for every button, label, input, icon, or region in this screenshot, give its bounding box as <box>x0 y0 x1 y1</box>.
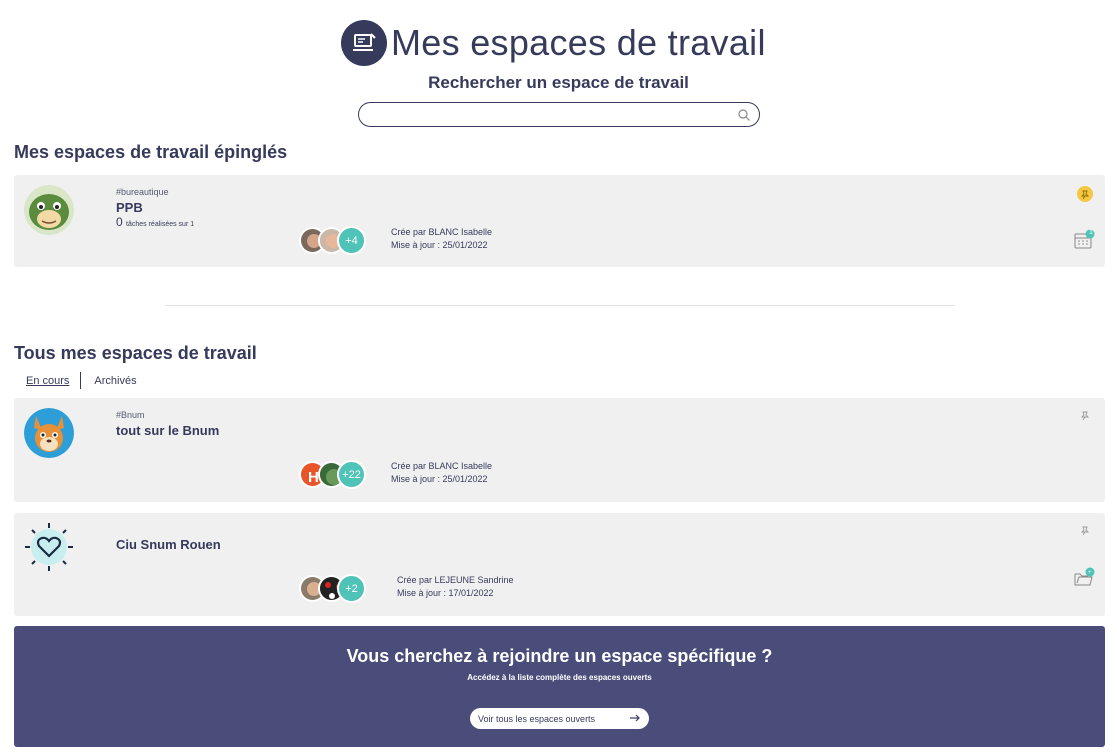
title-row: Mes espaces de travail <box>341 20 766 66</box>
workspace-name[interactable]: PPB <box>116 200 143 215</box>
search-input[interactable] <box>371 103 741 126</box>
folder-icon[interactable]: + <box>1073 567 1095 589</box>
workspace-avatar <box>24 408 74 458</box>
workspace-logo-icon <box>341 20 387 66</box>
workspace-avatar <box>24 522 74 572</box>
workspace-tag: #bureautique <box>116 187 169 197</box>
more-members-badge[interactable]: +22 <box>337 460 366 489</box>
members-list[interactable]: +2 <box>299 574 366 603</box>
workspace-tag: #Bnum <box>116 410 145 420</box>
tasks-progress: 0 tâches réalisées sur 1 <box>116 215 194 229</box>
page-header: Mes espaces de travail Rechercher un esp… <box>0 0 1117 140</box>
search-box[interactable] <box>358 102 760 127</box>
section-divider <box>165 305 955 306</box>
arrow-right-icon <box>630 714 640 722</box>
tasks-text: tâches réalisées sur 1 <box>126 221 195 228</box>
pin-icon[interactable] <box>1077 408 1093 424</box>
created-by: Crée par BLANC Isabelle <box>391 461 493 471</box>
workspace-card-ciu-snum-rouen[interactable]: Ciu Snum Rouen +2 Crée par LEJEUNE Sandr… <box>14 513 1105 616</box>
workspace-tabs: En cours Archivés <box>26 372 137 389</box>
banner-subtitle: Accédez à la liste complète des espaces … <box>467 673 652 682</box>
workspace-meta: Crée par LEJEUNE Sandrine Mise à jour : … <box>397 574 514 600</box>
pin-icon[interactable] <box>1077 523 1093 539</box>
workspace-meta: Crée par BLANC Isabelle Mise à jour : 25… <box>391 460 492 486</box>
updated-date: Mise à jour : 17/01/2022 <box>397 588 494 598</box>
tab-en-cours[interactable]: En cours <box>26 375 69 387</box>
tasks-count: 0 <box>116 215 123 229</box>
created-by: Crée par LEJEUNE Sandrine <box>397 575 514 585</box>
members-list[interactable]: +4 <box>299 226 366 255</box>
workspace-card-bnum[interactable]: #Bnum tout sur le Bnum H +22 Crée par BL… <box>14 398 1105 502</box>
workspace-meta: Crée par BLANC Isabelle Mise à jour : 25… <box>391 226 492 252</box>
tab-separator <box>80 372 82 389</box>
updated-date: Mise à jour : 25/01/2022 <box>391 240 488 250</box>
more-members-badge[interactable]: +2 <box>337 574 366 603</box>
workspace-card-ppb[interactable]: #bureautique PPB 0 tâches réalisées sur … <box>14 175 1105 267</box>
all-section-title: Tous mes espaces de travail <box>14 343 257 363</box>
banner-title: Vous cherchez à rejoindre un espace spéc… <box>346 646 773 666</box>
view-open-spaces-label: Voir tous les espaces ouverts <box>478 713 596 724</box>
updated-date: Mise à jour : 25/01/2022 <box>391 474 488 484</box>
tab-archives[interactable]: Archivés <box>94 375 136 387</box>
calendar-icon[interactable]: 1 <box>1073 229 1095 251</box>
workspace-avatar <box>24 185 74 235</box>
svg-text:+: + <box>1088 570 1092 576</box>
created-by: Crée par BLANC Isabelle <box>391 227 493 237</box>
pinned-section-title: Mes espaces de travail épinglés <box>14 142 288 162</box>
search-icon[interactable] <box>737 108 751 122</box>
join-space-banner: Vous cherchez à rejoindre un espace spéc… <box>14 626 1105 747</box>
pin-icon[interactable] <box>1077 186 1093 202</box>
members-list[interactable]: H +22 <box>299 460 366 489</box>
search-label: Rechercher un espace de travail <box>428 73 689 92</box>
calendar-badge-count: 1 <box>1089 229 1093 236</box>
page-title: Mes espaces de travail <box>391 22 766 63</box>
more-members-badge[interactable]: +4 <box>337 226 366 255</box>
workspace-name[interactable]: Ciu Snum Rouen <box>116 537 221 552</box>
workspace-name[interactable]: tout sur le Bnum <box>116 423 219 438</box>
view-open-spaces-button[interactable]: Voir tous les espaces ouverts <box>470 708 649 729</box>
